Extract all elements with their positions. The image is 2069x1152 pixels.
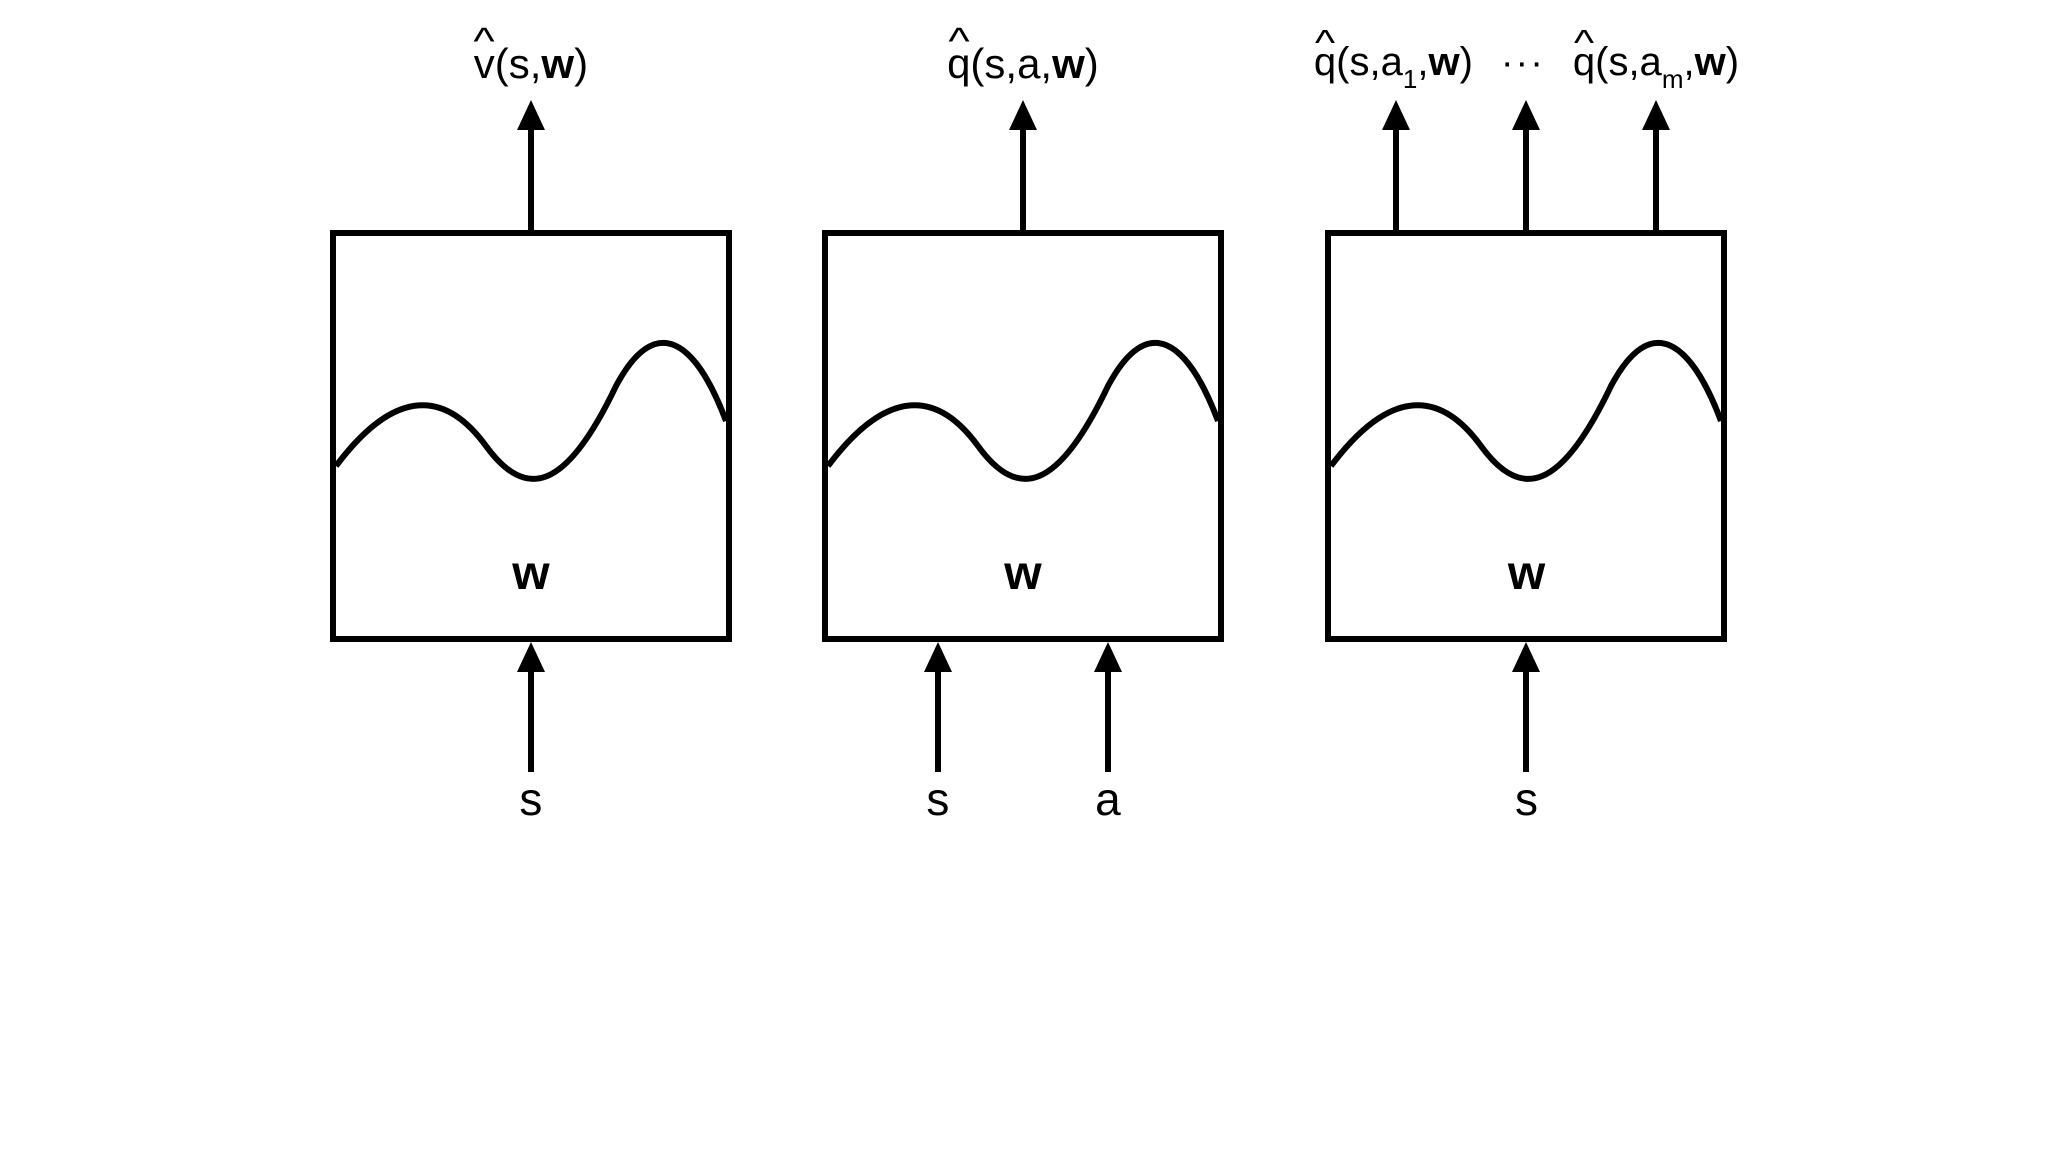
arrow-up xyxy=(1506,642,1546,772)
input-arrows xyxy=(918,642,1128,772)
arrow-up xyxy=(511,100,551,230)
dots: ··· xyxy=(1501,42,1545,85)
panel-q-function-sa: q(s,a,w) w xyxy=(822,40,1224,822)
args-pre: (s,a, xyxy=(970,40,1052,87)
args-post: ) xyxy=(1460,40,1473,84)
output-label-m: q(s,am,w) xyxy=(1573,40,1739,91)
input-s: s xyxy=(511,772,551,822)
input-s: s xyxy=(918,772,958,822)
diagram-container: v(s,w) w s xyxy=(0,0,2069,862)
w-arg: w xyxy=(1052,40,1085,87)
arrow-up xyxy=(1003,100,1043,230)
output-arrows xyxy=(1376,100,1676,230)
output-arrows xyxy=(1003,100,1043,230)
approximator-box: w xyxy=(330,230,732,642)
input-arrows xyxy=(511,642,551,772)
w-arg: w xyxy=(1428,40,1459,84)
fn-symbol: v xyxy=(474,40,495,88)
output-labels: q(s,a1,w) ··· q(s,am,w) xyxy=(1314,40,1739,100)
fn-symbol: q xyxy=(1573,40,1595,85)
panel-value-function: v(s,w) w s xyxy=(330,40,732,822)
arrow-up xyxy=(918,642,958,772)
w-arg: w xyxy=(541,40,574,87)
arrow-up xyxy=(1636,100,1676,230)
output-label: q(s,a,w) xyxy=(947,40,1099,88)
input-arrows xyxy=(1506,642,1546,772)
args-post: ) xyxy=(574,40,588,87)
input-s: s xyxy=(1506,772,1546,822)
w-arg: w xyxy=(1695,40,1726,84)
weight-label: w xyxy=(1004,546,1041,601)
output-label-1: q(s,a1,w) xyxy=(1314,40,1473,91)
weight-label: w xyxy=(1508,546,1545,601)
weight-label: w xyxy=(512,546,549,601)
sub-m: m xyxy=(1662,64,1684,94)
input-labels: s a xyxy=(918,772,1128,822)
args-mid: , xyxy=(1683,40,1694,84)
fn-symbol: q xyxy=(1314,40,1336,85)
arrow-up xyxy=(511,642,551,772)
arrow-up xyxy=(1376,100,1416,230)
args-mid: , xyxy=(1417,40,1428,84)
output-labels: v(s,w) xyxy=(474,40,588,100)
sub-1: 1 xyxy=(1403,64,1417,94)
args-post: ) xyxy=(1085,40,1099,87)
args-pre: (s,a xyxy=(1595,40,1662,84)
output-labels: q(s,a,w) xyxy=(947,40,1099,100)
fn-symbol: q xyxy=(947,40,970,88)
arrow-up xyxy=(1088,642,1128,772)
approximator-box: w xyxy=(1325,230,1727,642)
args-pre: (s,a xyxy=(1336,40,1403,84)
input-labels: s xyxy=(511,772,551,822)
arrow-up xyxy=(1506,100,1546,230)
args-post: ) xyxy=(1726,40,1739,84)
input-labels: s xyxy=(1506,772,1546,822)
args-pre: (s, xyxy=(495,40,542,87)
panel-q-function-multihead: q(s,a1,w) ··· q(s,am,w) xyxy=(1314,40,1739,822)
output-arrows xyxy=(511,100,551,230)
input-a: a xyxy=(1088,772,1128,822)
approximator-box: w xyxy=(822,230,1224,642)
output-label: v(s,w) xyxy=(474,40,588,88)
